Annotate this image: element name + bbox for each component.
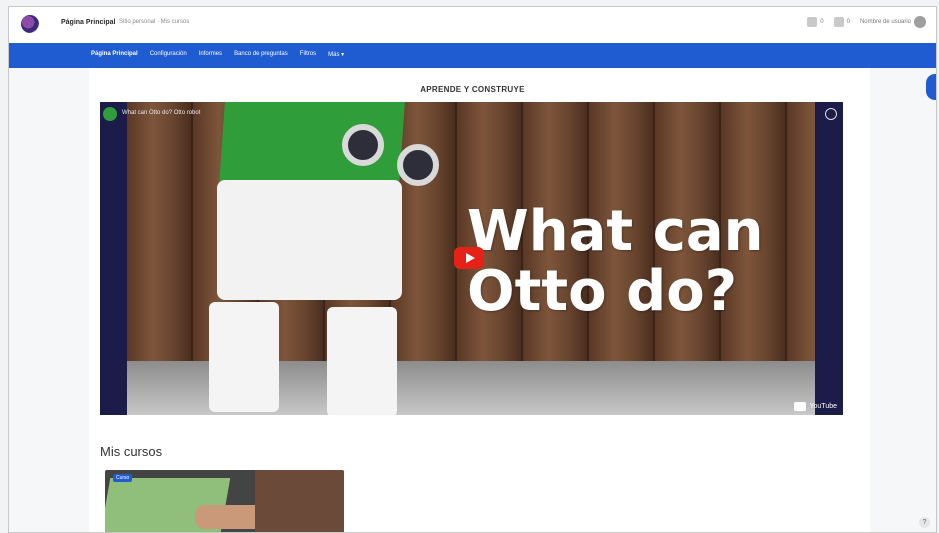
- course-card[interactable]: Curso: [105, 470, 344, 532]
- course-image-person: [255, 470, 344, 532]
- nav-item-filters[interactable]: Filtros: [300, 51, 316, 58]
- top-header: Página Principal Sitio personal · Mis cu…: [9, 7, 936, 44]
- video-thumbnail[interactable]: What can Otto do?: [127, 102, 815, 415]
- robot-leg-left: [209, 302, 279, 412]
- video-embed[interactable]: What can Otto do? What can Otto do? Otto…: [100, 102, 843, 415]
- right-gutter: ?: [870, 68, 936, 532]
- robot-eye-right: [397, 144, 439, 186]
- youtube-label: YouTube: [809, 403, 837, 410]
- site-logo-icon[interactable]: [21, 15, 39, 33]
- user-name: Nombre de usuario: [859, 19, 911, 25]
- play-button-icon[interactable]: [454, 247, 484, 269]
- site-subtitle: Sitio personal · Mis cursos: [119, 19, 190, 25]
- share-icon[interactable]: [825, 108, 837, 120]
- overlay-line-2: Otto do?: [467, 259, 738, 324]
- messages-count: 0: [846, 19, 850, 25]
- help-icon[interactable]: ?: [919, 517, 930, 528]
- section-title: APRENDE Y CONSTRUYE: [420, 85, 525, 94]
- youtube-watch-link[interactable]: YouTube: [794, 402, 837, 411]
- course-badge: Curso: [113, 474, 133, 482]
- left-gutter: [9, 68, 89, 532]
- nav-item-home[interactable]: Página Principal: [91, 51, 138, 58]
- youtube-logo-icon: [794, 402, 807, 411]
- robot-body: [217, 180, 402, 300]
- nav-item-more[interactable]: Más ▾: [328, 51, 344, 58]
- nav-item-settings[interactable]: Configuración: [150, 51, 187, 58]
- header-actions: 0 0 Nombre de usuario: [807, 16, 926, 28]
- video-title[interactable]: What can Otto do? Otto robot: [122, 110, 200, 116]
- messages-button[interactable]: 0: [833, 17, 850, 27]
- video-overlay-title: What can Otto do?: [467, 202, 764, 322]
- nav-item-reports[interactable]: Informes: [199, 51, 222, 58]
- robot-eye-left: [342, 124, 384, 166]
- overlay-line-1: What can: [467, 199, 764, 264]
- bell-icon: [807, 17, 818, 27]
- main-content: ? APRENDE Y CONSTRUYE What can Otto do? …: [9, 68, 936, 532]
- avatar: [914, 16, 926, 28]
- chat-icon: [833, 17, 844, 27]
- site-title[interactable]: Página Principal: [61, 19, 115, 26]
- notifications-count: 0: [820, 19, 824, 25]
- channel-avatar-icon[interactable]: [103, 107, 117, 121]
- notifications-button[interactable]: 0: [807, 17, 824, 27]
- wood-plank: [787, 102, 815, 364]
- user-menu[interactable]: Nombre de usuario: [860, 16, 926, 28]
- nav-item-question-bank[interactable]: Banco de preguntas: [234, 51, 288, 58]
- wood-plank: [127, 102, 193, 364]
- primary-navigation: Página Principal Configuración Informes …: [9, 43, 936, 68]
- my-courses-heading: Mis cursos: [100, 444, 163, 459]
- browser-page: Página Principal Sitio personal · Mis cu…: [8, 6, 937, 533]
- robot-leg-right: [327, 307, 397, 415]
